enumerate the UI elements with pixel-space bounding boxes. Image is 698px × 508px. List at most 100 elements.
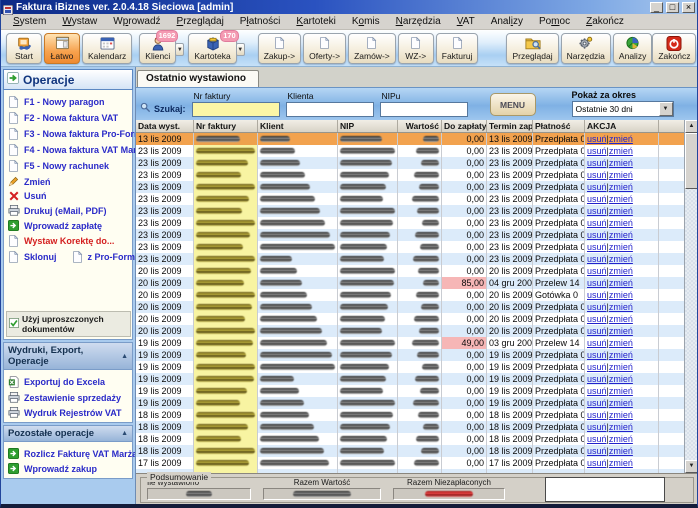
edit-link[interactable]: zmień <box>609 133 633 145</box>
edit-link[interactable]: zmień <box>609 361 633 373</box>
edit-link[interactable]: zmień <box>609 241 633 253</box>
toolbar-zam-w[interactable]: Zamów-> <box>348 33 396 64</box>
edit-link[interactable]: zmień <box>609 409 633 421</box>
chevron-down-icon[interactable]: ▼ <box>175 43 184 56</box>
col-header-date[interactable]: Data wyst. <box>136 120 194 132</box>
sidebar-item-f5-nowy-rachunek[interactable]: F5 - Nowy rachunek <box>6 158 131 174</box>
collapse-icon[interactable]: ▲ <box>121 353 128 360</box>
sidebar-item-f3-nowa-faktura-pro-forma[interactable]: F3 - Nowa faktura Pro-Forma <box>6 126 131 142</box>
delete-link[interactable]: usuń <box>587 277 607 289</box>
table-row[interactable]: 19 lis 20090,0019 lis 2009Przedpłata 0us… <box>136 385 684 397</box>
edit-link[interactable]: zmień <box>609 349 633 361</box>
menu-kartoteki[interactable]: Kartoteki <box>288 15 343 28</box>
sidebar-item-f4-nowa-faktura-vat-mar-a[interactable]: F4 - Nowa faktura VAT Marża <box>6 142 131 158</box>
delete-link[interactable]: usuń <box>587 241 607 253</box>
toolbar-narz-dzia[interactable]: Narzędzia <box>561 33 611 64</box>
edit-link[interactable]: zmień <box>609 325 633 337</box>
menu-wystaw[interactable]: Wystaw <box>54 15 105 28</box>
menu-komis[interactable]: Komis <box>344 15 388 28</box>
invoice-no-input[interactable] <box>192 102 280 117</box>
edit-link[interactable]: zmień <box>609 145 633 157</box>
table-row[interactable]: 19 lis 200949,0003 gru 2009Przelew 14usu… <box>136 337 684 349</box>
edit-link[interactable]: zmień <box>609 169 633 181</box>
edit-link[interactable]: zmień <box>609 301 633 313</box>
menu-system[interactable]: System <box>5 15 54 28</box>
col-header-payment[interactable]: Płatność <box>533 120 585 132</box>
delete-link[interactable]: usuń <box>587 133 607 145</box>
menu-narz-dzia[interactable]: Narzędzia <box>388 15 449 28</box>
table-row[interactable]: 19 lis 20090,0019 lis 2009Przedpłata 0us… <box>136 361 684 373</box>
simplified-docs-checkbox[interactable]: Użyj uproszczonych dokumentów <box>6 311 131 337</box>
delete-link[interactable]: usuń <box>587 289 607 301</box>
delete-link[interactable]: usuń <box>587 409 607 421</box>
delete-link[interactable]: usuń <box>587 361 607 373</box>
delete-link[interactable]: usuń <box>587 157 607 169</box>
sidebar-item-usu[interactable]: Usuń <box>6 189 131 203</box>
table-row[interactable]: 20 lis 20090,0020 lis 2009Przedpłata 0us… <box>136 301 684 313</box>
chevron-down-icon[interactable]: ▼ <box>659 102 673 116</box>
delete-link[interactable]: usuń <box>587 433 607 445</box>
sidebar-item-drukuj-email-pdf[interactable]: Drukuj (eMail, PDF) <box>6 203 131 218</box>
sidebar-item-exportuj-do-excela[interactable]: Exportuj do Excela <box>6 374 131 390</box>
sidebar-section-pozosta-e-operacje[interactable]: Pozostałe operacje▲ <box>3 425 133 442</box>
table-row[interactable]: 18 lis 20090,0018 lis 2009Przedpłata 0us… <box>136 445 684 457</box>
menu-button[interactable]: MENU <box>490 93 536 116</box>
menu-zako-cz[interactable]: Zakończ <box>578 15 632 28</box>
delete-link[interactable]: usuń <box>587 349 607 361</box>
edit-link[interactable]: zmień <box>609 433 633 445</box>
edit-link[interactable]: zmień <box>609 217 633 229</box>
toolbar-zako-cz[interactable]: Zakończ <box>652 33 696 64</box>
period-select[interactable]: Ostatnie 30 dni ▼ <box>572 101 674 117</box>
table-row[interactable]: 17 lis 20090,0017 lis 2009Przedpłata 0us… <box>136 457 684 469</box>
table-row[interactable]: 20 lis 20090,0020 lis 2009Przedpłata 0us… <box>136 313 684 325</box>
menu-wprowad[interactable]: Wprowadź <box>105 15 168 28</box>
sidebar-item-zestawienie-sprzeda-y[interactable]: Zestawienie sprzedaży <box>6 390 131 405</box>
edit-link[interactable]: zmień <box>609 253 633 265</box>
sidebar-item-wydruk-rejestr-w-vat[interactable]: Wydruk Rejestrów VAT <box>6 405 131 420</box>
client-input[interactable] <box>286 102 374 117</box>
table-row[interactable]: 23 lis 20090,0023 lis 2009Przedpłata 0us… <box>136 205 684 217</box>
delete-link[interactable]: usuń <box>587 325 607 337</box>
edit-link[interactable]: zmień <box>609 289 633 301</box>
table-row[interactable]: 23 lis 20090,0023 lis 2009Przedpłata 0us… <box>136 229 684 241</box>
toolbar-zakup[interactable]: Zakup-> <box>258 33 301 64</box>
sidebar-item-f2-nowa-faktura-vat[interactable]: F2 - Nowa faktura VAT <box>6 110 131 126</box>
sidebar-item-wystaw-korekt-do[interactable]: Wystaw Korektę do... <box>6 233 131 249</box>
sidebar-item-wprowad-zap-at[interactable]: Wprowadź zapłatę <box>6 218 131 233</box>
toolbar-wz[interactable]: WZ-> <box>398 33 434 64</box>
menu-analizy[interactable]: Analizy <box>483 15 531 28</box>
table-row[interactable]: 13 lis 20090,0013 lis 2009Przedpłata 0us… <box>136 133 684 145</box>
edit-link[interactable]: zmień <box>609 445 633 457</box>
table-row[interactable]: 23 lis 20090,0023 lis 2009Przedpłata 0us… <box>136 253 684 265</box>
edit-link[interactable]: zmień <box>609 181 633 193</box>
toolbar-kartoteka[interactable]: 170Kartoteka▼ <box>188 33 236 64</box>
col-header-due[interactable]: Do zapłaty <box>442 120 487 132</box>
delete-link[interactable]: usuń <box>587 265 607 277</box>
delete-link[interactable]: usuń <box>587 217 607 229</box>
collapse-icon[interactable]: ▲ <box>121 430 128 437</box>
delete-link[interactable]: usuń <box>587 205 607 217</box>
table-row[interactable]: 23 lis 20090,0023 lis 2009Przedpłata 0us… <box>136 181 684 193</box>
delete-link[interactable]: usuń <box>587 421 607 433</box>
col-header-action[interactable]: AKCJA <box>585 120 659 132</box>
delete-link[interactable]: usuń <box>587 229 607 241</box>
table-row[interactable]: 23 lis 20090,0023 lis 2009Przedpłata 0us… <box>136 169 684 181</box>
delete-link[interactable]: usuń <box>587 193 607 205</box>
delete-link[interactable]: usuń <box>587 145 607 157</box>
col-header-due-date[interactable]: Termin zapł. <box>487 120 533 132</box>
sidebar-item-f1-nowy-paragon[interactable]: F1 - Nowy paragon <box>6 94 131 110</box>
menu-p-atno-ci[interactable]: Płatności <box>232 15 289 28</box>
table-row[interactable]: 23 lis 20090,0023 lis 2009Przedpłata 0us… <box>136 157 684 169</box>
sidebar-item-rozlicz-faktur-vat-mar-a[interactable]: Rozlicz Fakturę VAT Marża <box>6 446 131 461</box>
sidebar-item-sklonuj[interactable]: Sklonujz Pro-Formy <box>6 249 131 265</box>
edit-link[interactable]: zmień <box>609 337 633 349</box>
edit-link[interactable]: zmień <box>609 397 633 409</box>
delete-link[interactable]: usuń <box>587 169 607 181</box>
edit-link[interactable]: zmień <box>609 193 633 205</box>
table-row[interactable]: 20 lis 200985,0004 gru 2009Przelew 14usu… <box>136 277 684 289</box>
col-header-client[interactable]: Klient <box>258 120 338 132</box>
toolbar-kalendarz[interactable]: Kalendarz <box>82 33 132 64</box>
nip-input[interactable] <box>380 102 468 117</box>
scrollbar-thumb[interactable] <box>685 133 698 189</box>
scroll-down-icon[interactable]: ▼ <box>685 460 698 473</box>
